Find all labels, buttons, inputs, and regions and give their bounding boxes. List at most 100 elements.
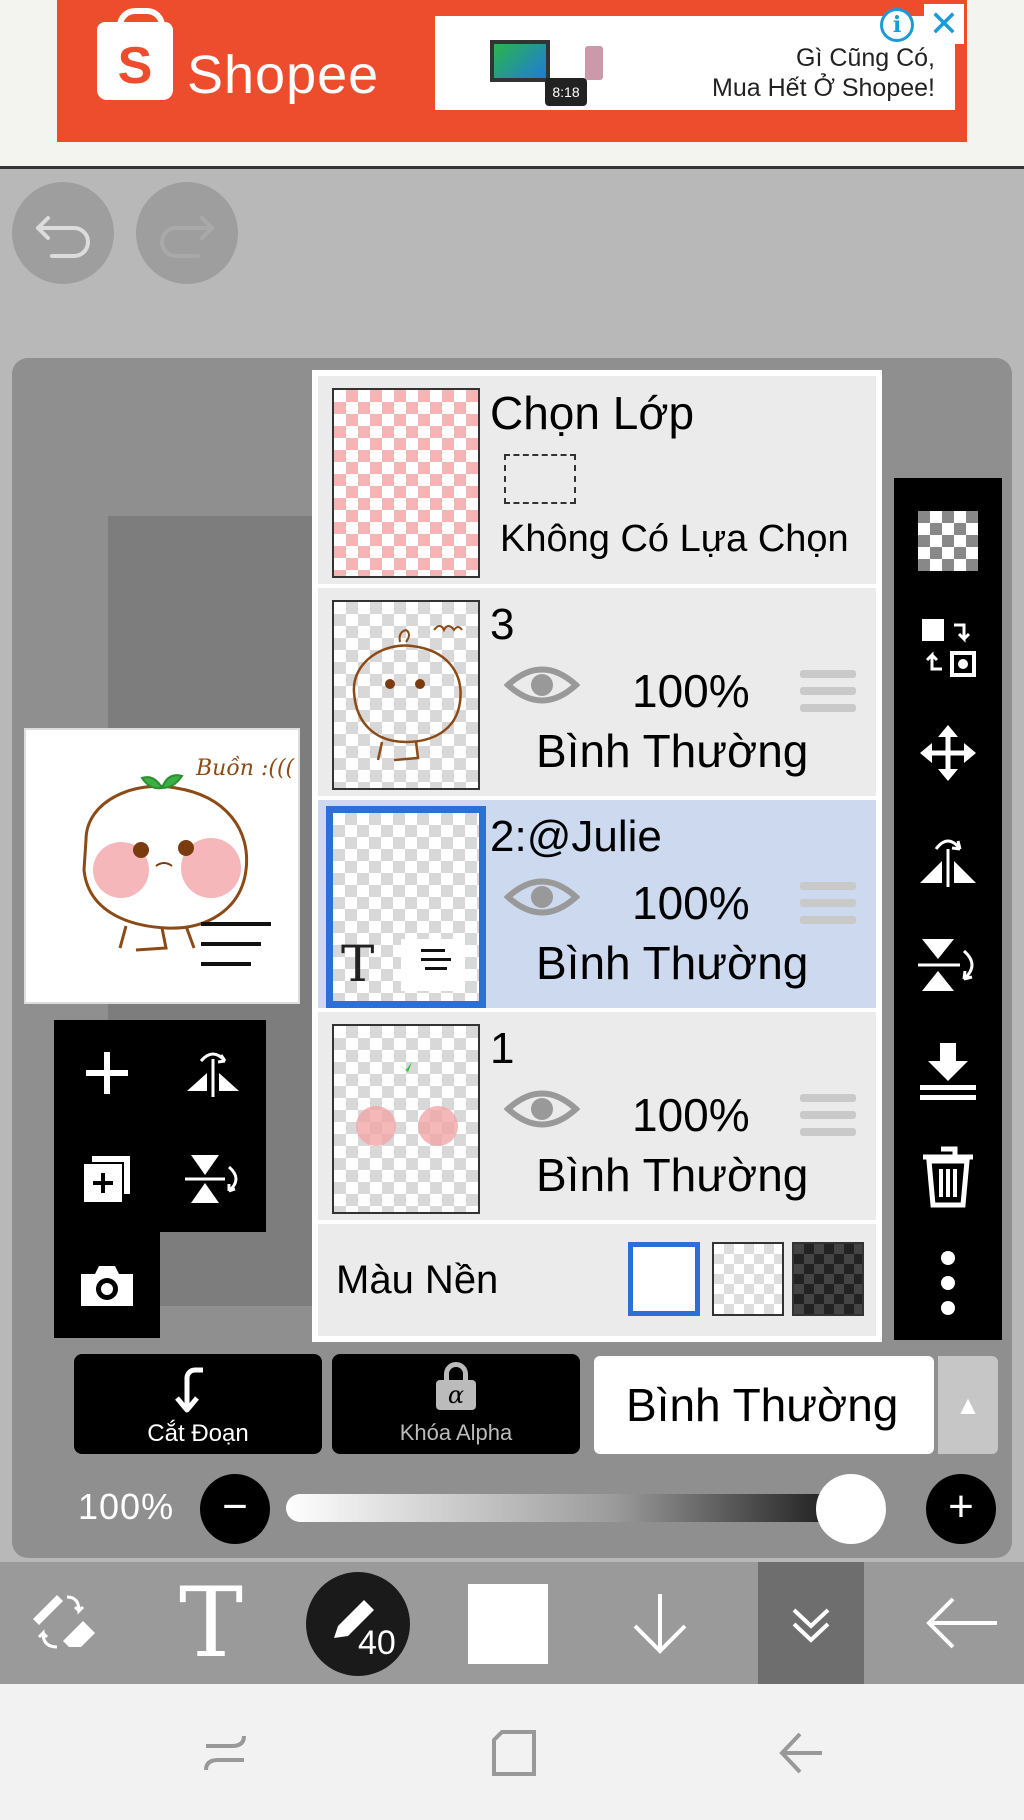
swap-layer-button[interactable] [894, 594, 1002, 700]
redo-arrow-icon [160, 216, 214, 258]
camera-button[interactable] [54, 1232, 160, 1338]
plus-icon [86, 1052, 128, 1094]
opacity-decrease-button[interactable]: − [200, 1474, 270, 1544]
ad-card[interactable]: 8:18 Gì Cũng Có, Mua Hết Ở Shopee! [435, 16, 955, 126]
selection-status: Không Có Lựa Chọn [500, 518, 849, 560]
ad-clock-text: 8:18 [545, 78, 587, 106]
layer-opacity: 100% [632, 665, 750, 717]
redo-button[interactable] [136, 182, 238, 284]
selection-title: Chọn Lớp [490, 387, 695, 439]
ad-info-icon[interactable]: i [880, 8, 914, 42]
canvas-preview[interactable]: Buồn :((( [24, 728, 300, 1004]
text-layer-preview [401, 939, 465, 991]
home-icon[interactable] [486, 1726, 540, 1780]
flip-layer-vertical-button[interactable] [160, 1126, 266, 1232]
recent-apps-icon[interactable] [198, 1726, 252, 1780]
arrow-down-icon [633, 1594, 687, 1654]
clipping-label: Cắt Đoạn [147, 1420, 249, 1447]
add-layer-button[interactable] [54, 1020, 160, 1126]
visibility-eye-icon[interactable] [504, 872, 580, 922]
arrow-left-icon [926, 1597, 997, 1649]
visibility-eye-icon[interactable] [504, 1084, 580, 1134]
brush-size-button[interactable]: 40 [306, 1572, 410, 1676]
background-color-label: Màu Nền [336, 1258, 499, 1302]
drag-handle-icon[interactable] [800, 670, 856, 712]
more-options-button[interactable] [894, 1230, 1002, 1336]
flip-vertical-icon [185, 1155, 238, 1203]
text-tool-button[interactable]: T [170, 1562, 252, 1684]
alpha-symbol: α [436, 1380, 476, 1410]
merge-down-icon [920, 1043, 976, 1100]
system-navigation-bar [0, 1684, 1024, 1820]
background-color-row: Màu Nền [318, 1224, 876, 1336]
ad-brand: Shopee [187, 45, 380, 105]
layer-down-button[interactable] [620, 1562, 700, 1684]
layer-opacity: 100% [632, 877, 750, 929]
system-back-icon[interactable] [774, 1726, 828, 1780]
layer-thumbnail [332, 1024, 480, 1214]
current-color-swatch[interactable] [468, 1584, 548, 1664]
brush-eraser-icon [33, 1595, 95, 1649]
layer-name: 2:@Julie [490, 812, 662, 861]
clipping-button[interactable]: Cắt Đoạn [74, 1354, 322, 1454]
selection-marquee-icon [504, 454, 576, 504]
copy-layer-icon [82, 1154, 132, 1204]
undo-button[interactable] [12, 182, 114, 284]
drag-handle-icon[interactable] [800, 882, 856, 924]
move-arrows-icon [920, 725, 976, 781]
layer-blend-mode: Bình Thường [536, 725, 809, 777]
delete-layer-button[interactable] [894, 1124, 1002, 1230]
opacity-value: 100% [78, 1486, 175, 1527]
expand-menu-button[interactable] [758, 1562, 864, 1684]
back-button[interactable] [916, 1562, 1006, 1684]
layer-panel: Chọn Lớp Không Có Lựa Chọn 3 100% Bình T… [312, 370, 882, 1342]
merge-down-button[interactable] [894, 1018, 1002, 1124]
background-dark-swatch[interactable] [792, 1242, 864, 1316]
ad-area: S Shopee 8:18 Gì Cũng Có, Mua Hết Ở Shop… [0, 0, 1024, 169]
layer-blend-mode: Bình Thường [536, 937, 809, 989]
background-transparent-swatch[interactable] [712, 1242, 784, 1316]
text-layer-glyph: T [341, 935, 375, 993]
more-vertical-icon [941, 1251, 955, 1315]
layer-name: 3 [490, 600, 515, 649]
layer-row[interactable]: 3 100% Bình Thường [318, 588, 876, 796]
clip-arrow-icon [175, 1367, 203, 1413]
opacity-increase-button[interactable]: + [926, 1474, 996, 1544]
alpha-lock-button[interactable]: α Khóa Alpha [332, 1354, 580, 1454]
phone-image-icon [585, 46, 603, 80]
layer-row-active[interactable]: T 2:@Julie 100% Bình Thường [318, 800, 876, 1008]
ad-close-icon[interactable]: ✕ [924, 4, 964, 44]
checkerboard-icon [918, 511, 978, 571]
flip-layer-horizontal-button[interactable] [160, 1020, 266, 1126]
opacity-slider-thumb[interactable] [816, 1474, 886, 1544]
blend-mode-select[interactable]: Bình Thường [594, 1356, 934, 1454]
background-white-swatch[interactable] [628, 1242, 700, 1316]
divider [0, 166, 1024, 169]
layer-row[interactable]: 1 100% Bình Thường [318, 1012, 876, 1220]
flip-horizontal-button[interactable] [894, 806, 1002, 912]
flip-vertical-button[interactable] [894, 912, 1002, 1018]
flip-horizontal-icon [187, 1052, 239, 1097]
layer-tools-column [894, 478, 1002, 1340]
blend-mode-dropdown-arrow-icon[interactable]: ▲ [938, 1356, 998, 1454]
layer-3-thumbnail-art [352, 625, 463, 762]
ad-banner[interactable]: S Shopee 8:18 Gì Cũng Có, Mua Hết Ở Shop… [57, 0, 967, 142]
preview-caption: Buồn :((( [196, 756, 295, 781]
layer-1-thumbnail-art [356, 1062, 458, 1146]
brush-size-value: 40 [358, 1624, 396, 1662]
undo-arrow-icon [36, 216, 90, 258]
camera-icon [81, 1266, 133, 1306]
transparent-fill-button[interactable] [894, 488, 1002, 594]
visibility-eye-icon[interactable] [504, 660, 580, 710]
selection-layer-row[interactable]: Chọn Lớp Không Có Lựa Chọn [318, 376, 876, 584]
brush-eraser-toggle-button[interactable] [20, 1562, 106, 1684]
laptop-image-icon [490, 40, 550, 82]
drag-handle-icon[interactable] [800, 1094, 856, 1136]
ad-headline-1: Gì Cũng Có, [796, 44, 935, 72]
move-layer-button[interactable] [894, 700, 1002, 806]
flip-vertical-icon [918, 939, 974, 991]
duplicate-layer-button[interactable] [54, 1126, 160, 1232]
flip-horizontal-icon [920, 839, 976, 887]
alpha-lock-label: Khóa Alpha [399, 1420, 513, 1445]
opacity-slider-track[interactable] [286, 1494, 886, 1522]
